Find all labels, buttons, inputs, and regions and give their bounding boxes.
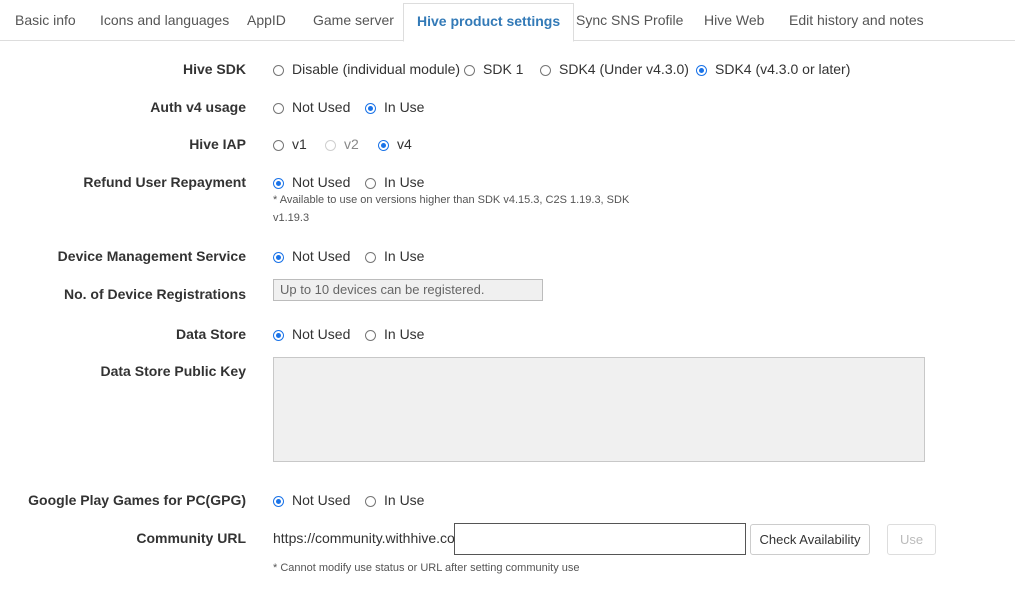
device-registrations-field: Up to 10 devices can be registered. xyxy=(273,279,543,301)
option-label: Disable (individual module) xyxy=(292,61,461,77)
option-label: Not Used xyxy=(292,492,351,508)
tab-bar: Basic info Icons and languages AppID Gam… xyxy=(0,0,1015,42)
radio-button-disabled xyxy=(325,139,336,151)
option-label: Not Used xyxy=(292,326,351,342)
refund-note: * Available to use on versions higher th… xyxy=(273,191,629,227)
option-label: v1 xyxy=(292,136,307,152)
option-label: In Use xyxy=(384,99,425,115)
radio-button-checked[interactable] xyxy=(273,177,284,189)
radio-button[interactable] xyxy=(464,64,475,76)
hive-iap-option-v1[interactable]: v1 xyxy=(273,136,307,152)
refund-option-not-used[interactable]: Not Used xyxy=(273,174,350,190)
tab-sync-sns-profile[interactable]: Sync SNS Profile xyxy=(576,3,683,41)
radio-button-checked[interactable] xyxy=(273,329,284,341)
hive-iap-label: Hive IAP xyxy=(189,136,246,152)
radio-button[interactable] xyxy=(365,251,376,263)
device-registrations-label: No. of Device Registrations xyxy=(63,286,246,302)
option-label: v2 xyxy=(344,136,359,152)
community-url-prefix: https://community.withhive.com/ xyxy=(273,530,471,546)
data-store-label: Data Store xyxy=(175,326,246,342)
radio-button-checked[interactable] xyxy=(378,139,389,151)
radio-button-checked[interactable] xyxy=(696,64,707,76)
option-label: In Use xyxy=(384,174,425,190)
data-store-public-key-label: Data Store Public Key xyxy=(100,363,247,379)
community-note: * Cannot modify use status or URL after … xyxy=(273,562,580,574)
option-label: In Use xyxy=(384,326,425,342)
option-label: v4 xyxy=(397,136,412,152)
hive-sdk-option-disable[interactable]: Disable (individual module) xyxy=(273,61,460,77)
radio-button-checked[interactable] xyxy=(365,102,376,114)
device-management-option-in-use[interactable]: In Use xyxy=(365,248,424,264)
radio-button[interactable] xyxy=(273,64,284,76)
refund-note-line: * Available to use on versions higher th… xyxy=(273,194,630,206)
tab-hive-product-settings[interactable]: Hive product settings xyxy=(403,3,575,42)
hive-sdk-option-sdk4-under[interactable]: SDK4 (Under v4.3.0) xyxy=(540,61,689,77)
data-store-option-in-use[interactable]: In Use xyxy=(365,326,424,342)
tab-edit-history-and-notes[interactable]: Edit history and notes xyxy=(789,3,924,41)
gpg-option-not-used[interactable]: Not Used xyxy=(273,492,350,508)
option-label: Not Used xyxy=(292,174,351,190)
device-management-option-not-used[interactable]: Not Used xyxy=(273,248,350,264)
radio-button-checked[interactable] xyxy=(273,251,284,263)
hive-sdk-option-sdk4-later[interactable]: SDK4 (v4.3.0 or later) xyxy=(696,61,850,77)
radio-button[interactable] xyxy=(273,102,284,114)
data-store-public-key-textarea xyxy=(273,357,925,462)
gpg-option-in-use[interactable]: In Use xyxy=(365,492,424,508)
hive-sdk-label: Hive SDK xyxy=(182,61,246,77)
refund-option-in-use[interactable]: In Use xyxy=(365,174,424,190)
refund-label: Refund User Repayment xyxy=(83,174,246,190)
hive-iap-option-v2: v2 xyxy=(325,136,359,152)
auth-v4-option-in-use[interactable]: In Use xyxy=(365,99,424,115)
data-store-option-not-used[interactable]: Not Used xyxy=(273,326,350,342)
radio-button[interactable] xyxy=(365,177,376,189)
tab-appid[interactable]: AppID xyxy=(247,3,286,41)
device-management-label: Device Management Service xyxy=(57,248,246,264)
check-availability-button[interactable]: Check Availability xyxy=(750,524,870,555)
gpg-label: Google Play Games for PC(GPG) xyxy=(28,492,246,508)
use-button: Use xyxy=(887,524,936,555)
radio-button[interactable] xyxy=(540,64,551,76)
radio-button-checked[interactable] xyxy=(273,495,284,507)
hive-iap-option-v4[interactable]: v4 xyxy=(378,136,412,152)
radio-button[interactable] xyxy=(273,139,284,151)
option-label: In Use xyxy=(384,248,425,264)
option-label: Not Used xyxy=(292,99,351,115)
tab-basic-info[interactable]: Basic info xyxy=(15,3,76,41)
tab-game-server[interactable]: Game server xyxy=(313,3,394,41)
option-label: SDK 1 xyxy=(483,61,524,77)
auth-v4-label: Auth v4 usage xyxy=(150,99,246,115)
community-url-label: Community URL xyxy=(136,530,246,546)
tab-hive-web[interactable]: Hive Web xyxy=(704,3,764,41)
radio-button[interactable] xyxy=(365,495,376,507)
tab-icons-and-languages[interactable]: Icons and languages xyxy=(100,3,229,41)
refund-note-line: v1.19.3 xyxy=(273,212,310,224)
option-label: Not Used xyxy=(292,248,351,264)
auth-v4-option-not-used[interactable]: Not Used xyxy=(273,99,350,115)
radio-button[interactable] xyxy=(365,329,376,341)
hive-sdk-option-sdk1[interactable]: SDK 1 xyxy=(464,61,523,77)
option-label: In Use xyxy=(384,492,425,508)
option-label: SDK4 (Under v4.3.0) xyxy=(559,61,689,77)
option-label: SDK4 (v4.3.0 or later) xyxy=(715,61,851,77)
community-url-input[interactable] xyxy=(454,523,746,555)
